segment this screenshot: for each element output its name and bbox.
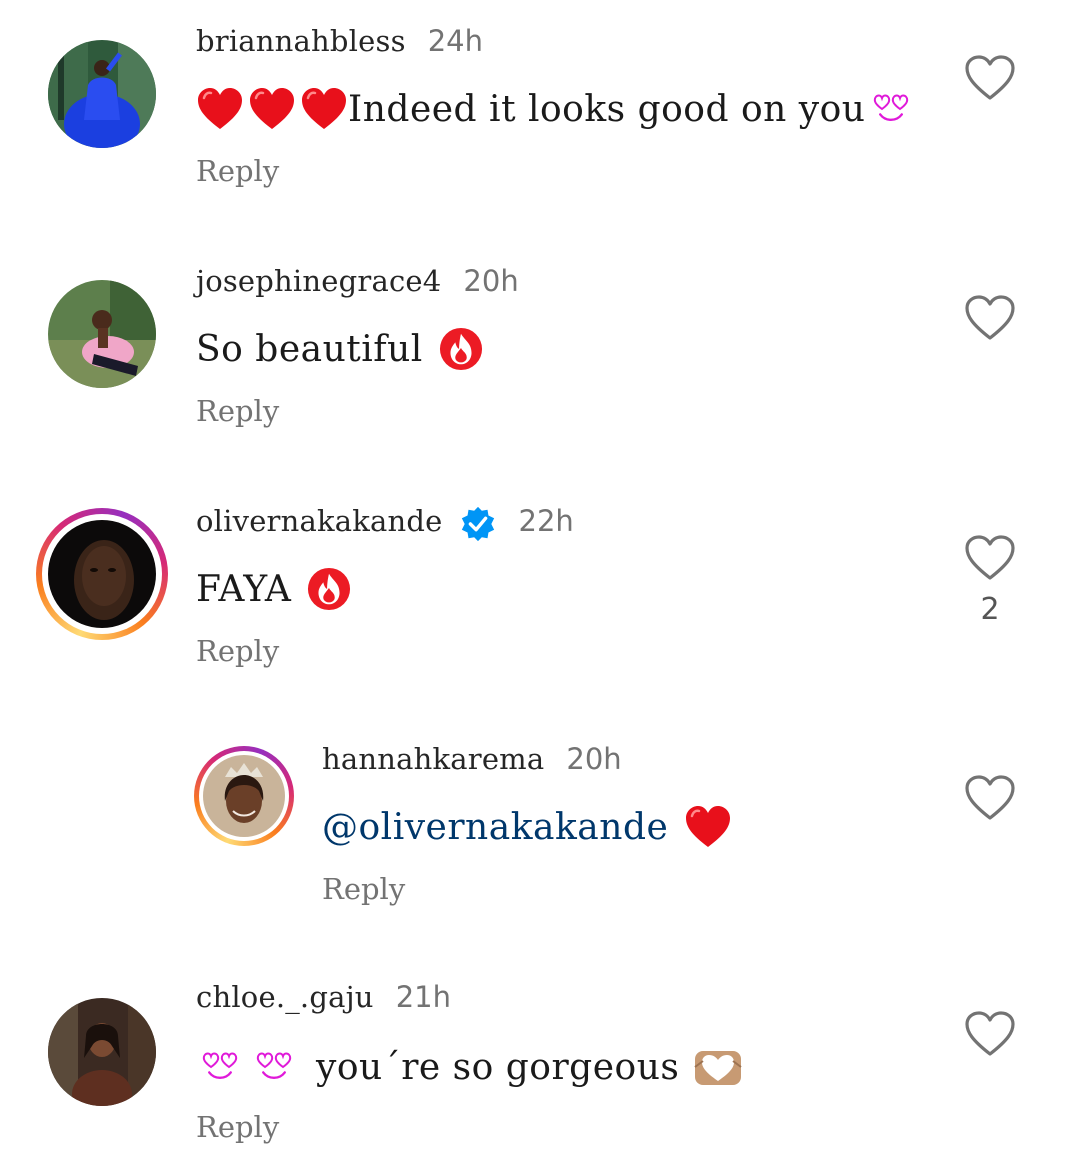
red-heart-icon: [196, 87, 244, 131]
red-heart-icon: [684, 805, 732, 849]
heart-hands-icon: [693, 1047, 743, 1087]
reply-button[interactable]: Reply: [196, 394, 279, 428]
verified-badge-icon: [459, 505, 497, 543]
fire-icon: [307, 567, 351, 611]
username[interactable]: josephinegrace4: [196, 264, 441, 298]
comment-meta: chloe._.gaju 21h: [196, 980, 451, 1020]
comment-text: Indeed it looks good on you: [348, 88, 866, 130]
avatar-story-ring[interactable]: [194, 746, 294, 846]
avatar-image: [203, 755, 285, 837]
avatar-image: [48, 998, 156, 1106]
mention-link[interactable]: @olivernakakande: [322, 807, 668, 848]
timestamp: 20h: [463, 264, 519, 298]
username[interactable]: briannahbless: [196, 24, 406, 58]
comment-meta: olivernakakande 22h: [196, 504, 574, 544]
username[interactable]: olivernakakande: [196, 504, 443, 538]
like-heart-icon[interactable]: [964, 774, 1016, 822]
comment-text-row: So beautiful: [196, 324, 483, 374]
like-heart-icon[interactable]: [964, 54, 1016, 102]
fire-icon: [439, 327, 483, 371]
heart-eyes-icon: [202, 1052, 238, 1082]
comment-item: briannahbless 24h Indeed it looks good o…: [0, 0, 1080, 200]
comment-meta: briannahbless 24h: [196, 24, 483, 64]
heart-eyes-icon: [256, 1052, 292, 1082]
heart-eyes-icon: [873, 94, 909, 124]
reply-button[interactable]: Reply: [196, 634, 279, 668]
reply-button[interactable]: Reply: [196, 1110, 279, 1144]
like-heart-icon[interactable]: [964, 294, 1016, 342]
like-count[interactable]: 2: [964, 592, 1016, 627]
comment-text: So beautiful: [196, 328, 423, 370]
comment-item: chloe._.gaju 21h you´re so gorgeous Repl…: [0, 960, 1080, 1160]
avatar[interactable]: [48, 40, 156, 148]
comment-item: olivernakakande 22h FAYA Reply 2: [0, 480, 1080, 680]
comment-text-row: you´re so gorgeous: [196, 1042, 743, 1092]
reply-comment-item: hannahkarema 20h @olivernakakande Reply: [0, 720, 1080, 920]
avatar-image: [48, 280, 156, 388]
timestamp: 20h: [566, 742, 622, 776]
comment-text-row: FAYA: [196, 564, 351, 614]
avatar[interactable]: [48, 280, 156, 388]
comment-item: josephinegrace4 20h So beautiful Reply: [0, 240, 1080, 440]
like-heart-icon[interactable]: [964, 1010, 1016, 1058]
avatar[interactable]: [48, 998, 156, 1106]
like-heart-icon[interactable]: [964, 534, 1016, 582]
comment-text-row: Indeed it looks good on you: [196, 84, 909, 134]
comment-text-row: @olivernakakande: [322, 802, 732, 852]
username[interactable]: chloe._.gaju: [196, 980, 374, 1014]
avatar-image: [48, 520, 156, 628]
username[interactable]: hannahkarema: [322, 742, 544, 776]
comment-meta: josephinegrace4 20h: [196, 264, 519, 304]
timestamp: 21h: [395, 980, 451, 1014]
red-heart-icon: [300, 87, 348, 131]
reply-button[interactable]: Reply: [322, 872, 405, 906]
timestamp: 24h: [427, 24, 483, 58]
comment-text: you´re so gorgeous: [316, 1046, 680, 1088]
reply-button[interactable]: Reply: [196, 154, 279, 188]
timestamp: 22h: [518, 504, 574, 538]
comment-meta: hannahkarema 20h: [322, 742, 622, 782]
comment-text: FAYA: [196, 568, 292, 610]
avatar-story-ring[interactable]: [36, 508, 168, 640]
avatar-image: [48, 40, 156, 148]
red-heart-icon: [248, 87, 296, 131]
